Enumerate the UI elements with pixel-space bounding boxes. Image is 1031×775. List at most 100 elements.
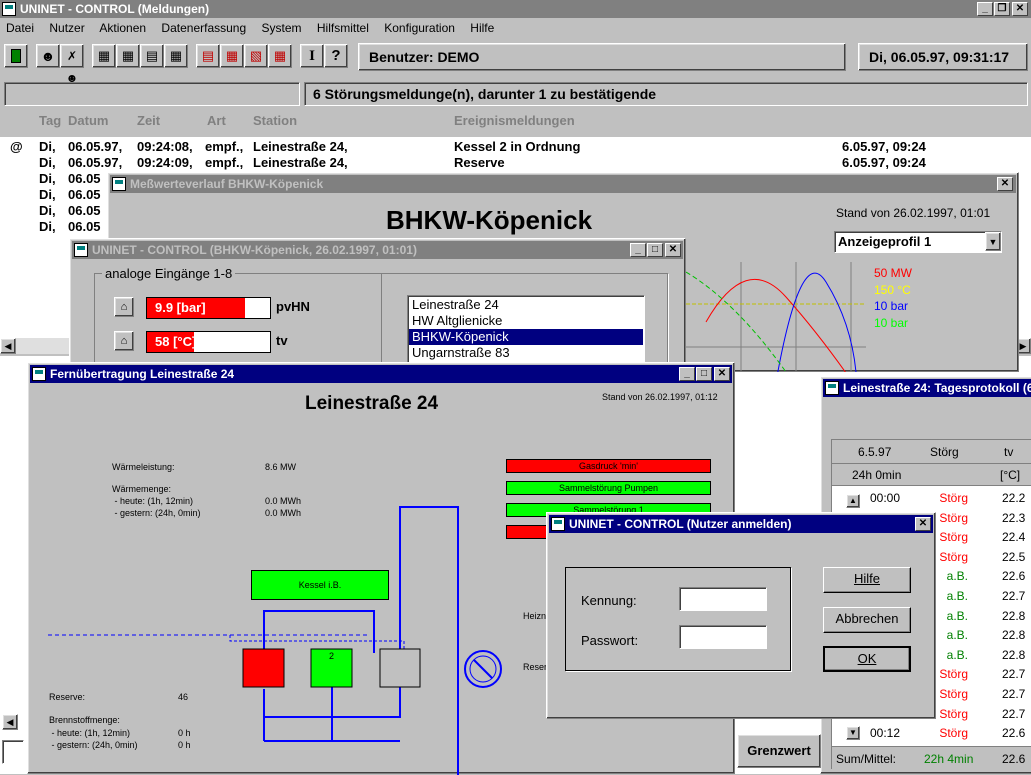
row-event: Kessel 2 in Ordnung [454, 139, 581, 154]
chevron-down-icon[interactable]: ▼ [985, 232, 1001, 251]
menu-aktionen[interactable]: Aktionen [99, 21, 146, 35]
user-login-icon[interactable]: ☻ [36, 44, 60, 68]
window-icon[interactable] [825, 381, 839, 395]
waermeleistung-value: 8.6 MW [265, 462, 297, 472]
window-icon[interactable] [551, 517, 565, 531]
profile-select[interactable]: Anzeigeprofil 1 ▼ [834, 231, 1002, 253]
table-red-1-icon[interactable]: ▤ [196, 44, 220, 68]
lower-scroll-left[interactable]: ◀ [2, 714, 18, 730]
row-station: Leinestraße 24, [253, 139, 348, 154]
col-station[interactable]: Station [253, 113, 297, 128]
window-icon[interactable] [32, 367, 46, 381]
table-red-2-icon[interactable]: ▦ [220, 44, 244, 68]
grid-2-icon[interactable]: ▦ [116, 44, 140, 68]
table-row[interactable]: 00:00 Störg 22.2 [832, 488, 1031, 507]
table-row[interactable]: @ Di, 06.05.97, 09:24:08, empf., Leinest… [0, 139, 1031, 155]
menu-hilfe[interactable]: Hilfe [470, 21, 494, 35]
row-state: a.B. [946, 589, 968, 603]
main-titlebar[interactable]: UNINET - CONTROL (Meldungen) _ ❐ ✕ [0, 0, 1031, 18]
grenzwert-button[interactable]: Grenzwert [737, 734, 821, 768]
bhkw-titlebar[interactable]: UNINET - CONTROL (BHKW-Köpenick, 26.02.1… [72, 241, 683, 259]
close-button[interactable]: ✕ [714, 367, 730, 381]
login-dialog[interactable]: UNINET - CONTROL (Nutzer anmelden) ✕ Ken… [546, 512, 936, 719]
series-power-line [705, 278, 846, 372]
reserve-label: Reserve: [49, 692, 86, 702]
col-tag[interactable]: Tag [39, 113, 61, 128]
scroll-left-button[interactable]: ◀ [0, 338, 16, 354]
minimize-button[interactable]: _ [679, 367, 695, 381]
menu-hilfsmittel[interactable]: Hilfsmittel [317, 21, 369, 35]
user-logout-icon[interactable]: ✗☻ [60, 44, 84, 85]
sensor-icon[interactable]: ⌂ [114, 297, 134, 317]
exit-icon[interactable] [4, 44, 28, 68]
bhkw-window[interactable]: UNINET - CONTROL (BHKW-Köpenick, 26.02.1… [69, 238, 686, 369]
station-list[interactable]: Leinestraße 24 HW Altglienicke BHKW-Köpe… [407, 295, 645, 365]
row-mark: @ [10, 139, 23, 154]
close-button[interactable]: ✕ [665, 243, 681, 257]
help-button[interactable]: Hilfe [823, 567, 911, 593]
kennung-input[interactable] [679, 587, 767, 611]
subheader-duration: 24h 0min [852, 468, 902, 482]
close-button[interactable]: ✕ [915, 517, 931, 531]
alarm-pumpen[interactable]: Sammelstörung Pumpen [506, 481, 711, 495]
close-button[interactable]: ✕ [997, 177, 1013, 191]
restore-button[interactable]: ❐ [994, 2, 1010, 16]
grid-1-icon[interactable]: ▦ [92, 44, 116, 68]
help-icon[interactable]: ? [324, 44, 348, 68]
row-value: 22.6 [1002, 569, 1026, 584]
menu-datei[interactable]: Datei [6, 21, 34, 35]
list-item[interactable]: BHKW-Köpenick [409, 329, 643, 345]
tages-titlebar[interactable]: Leinestraße 24: Tagesprotokoll (6 [823, 379, 1031, 397]
app-icon[interactable] [2, 2, 16, 16]
window-icon[interactable] [74, 243, 88, 257]
messwert-titlebar[interactable]: Meßwerteverlauf BHKW-Köpenick ✕ [110, 175, 1016, 193]
table-1-icon[interactable]: ▦ [164, 44, 188, 68]
passwort-input[interactable] [679, 625, 767, 649]
maximize-button[interactable]: □ [647, 243, 663, 257]
row-value: 22.7 [1002, 589, 1026, 603]
input-bar-pvhn: 9.9 [bar] [146, 297, 271, 319]
fern-titlebar[interactable]: Fernübertragung Leinestraße 24 _ □ ✕ [30, 365, 732, 383]
menu-konfiguration[interactable]: Konfiguration [384, 21, 455, 35]
chart-red-icon[interactable]: ▧ [244, 44, 268, 68]
row-time: 00:12 [870, 726, 901, 741]
menu-nutzer[interactable]: Nutzer [49, 21, 84, 35]
menu-datenerfassung[interactable]: Datenerfassung [161, 21, 246, 35]
table-row[interactable]: Di, 06.05.97, 09:24:09, empf., Leinestra… [0, 155, 1031, 171]
main-title: UNINET - CONTROL (Meldungen) [20, 2, 210, 16]
col-ereignis[interactable]: Ereignismeldungen [454, 113, 575, 128]
cancel-button[interactable]: Abbrechen [823, 607, 911, 633]
col-datum[interactable]: Datum [68, 113, 108, 128]
col-zeit[interactable]: Zeit [137, 113, 160, 128]
fern-stand: Stand von 26.02.1997, 01:12 [602, 392, 718, 402]
legend-power: 50 MW [874, 266, 913, 280]
close-button[interactable]: ✕ [1012, 2, 1028, 16]
info-icon[interactable]: I [300, 44, 324, 68]
table-red-3-icon[interactable]: ▦ [268, 44, 292, 68]
ok-button[interactable]: OK [823, 646, 911, 672]
profile-value: Anzeigeprofil 1 [838, 234, 932, 249]
kessel-box[interactable]: Kessel i.B. [251, 570, 389, 600]
minimize-button[interactable]: _ [630, 243, 646, 257]
minimize-button[interactable]: _ [977, 2, 993, 16]
maximize-button[interactable]: □ [696, 367, 712, 381]
grid-3-icon[interactable]: ▤ [140, 44, 164, 68]
row-event: Reserve [454, 155, 505, 170]
list-item[interactable]: Leinestraße 24 [409, 297, 643, 313]
passwort-label: Passwort: [581, 633, 639, 648]
list-item[interactable]: Ungarnstraße 83 [409, 345, 643, 361]
menu-system[interactable]: System [262, 21, 302, 35]
login-titlebar[interactable]: UNINET - CONTROL (Nutzer anmelden) ✕ [549, 515, 933, 533]
list-item[interactable]: HW Altglienicke [409, 313, 643, 329]
window-icon[interactable] [112, 177, 126, 191]
alarm-gasdruck[interactable]: Gasdruck 'min' [506, 459, 711, 473]
row-state: Störg [939, 510, 968, 525]
columns-header: Tag Datum Zeit Art Station Ereignismeldu… [0, 113, 1031, 133]
user-label: Benutzer: DEMO [369, 49, 480, 65]
sensor-icon[interactable]: ⌂ [114, 331, 134, 351]
reserve-right-label: Reser [523, 662, 548, 672]
row-station: Leinestraße 24, [253, 155, 348, 170]
col-art[interactable]: Art [207, 113, 226, 128]
table-row[interactable]: 00:12 Störg 22.6 [832, 723, 1031, 742]
subheader-unit: [°C] [1000, 468, 1021, 482]
